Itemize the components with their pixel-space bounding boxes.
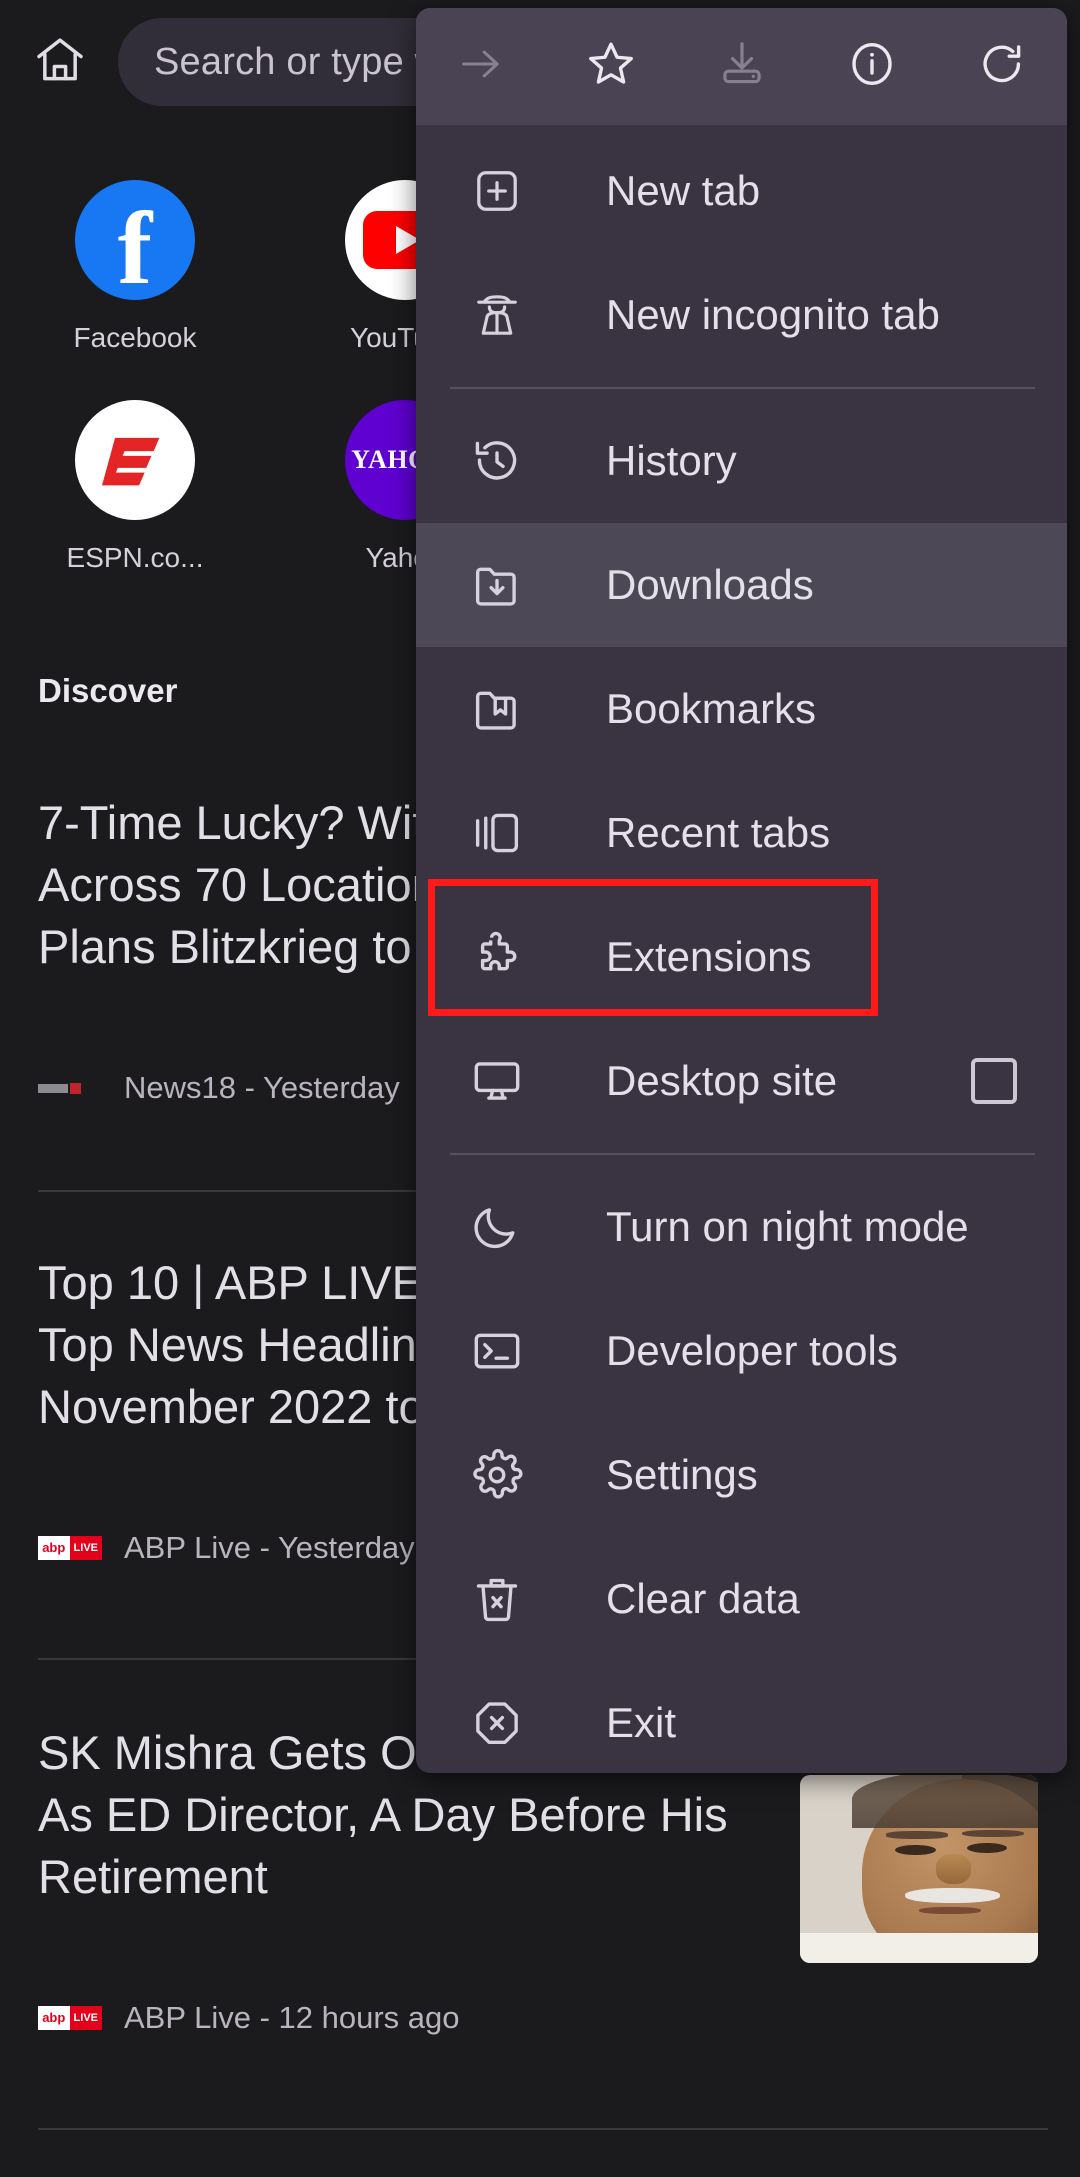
menu-item-extensions[interactable]: Extensions	[416, 895, 1067, 1019]
shortcut-tile-espn[interactable]: ESPN.co...	[0, 380, 270, 600]
article-source-text: News18 - Yesterday	[124, 1070, 400, 1106]
menu-item-new-tab[interactable]: New tab	[416, 129, 1067, 253]
menu-item-label: History	[606, 437, 737, 484]
menu-item-history[interactable]: History	[416, 399, 1067, 523]
menu-header-toolbar	[416, 8, 1067, 125]
menu-item-list: New tab New incognito tab History Downlo…	[416, 125, 1067, 1773]
facebook-icon: f	[75, 180, 195, 300]
menu-item-downloads[interactable]: Downloads	[416, 523, 1067, 647]
new-tab-icon	[468, 162, 526, 220]
menu-item-label: Turn on night mode	[606, 1203, 969, 1250]
abp-live-logo: abp LIVE	[38, 1536, 102, 1561]
history-icon	[468, 432, 526, 490]
article-source: abp LIVE ABP Live - 12 hours ago	[38, 2000, 1048, 2036]
desktop-site-icon	[468, 1052, 526, 1110]
menu-item-bookmarks[interactable]: Bookmarks	[416, 647, 1067, 771]
desktop-site-checkbox[interactable]	[971, 1058, 1017, 1104]
download-page-button[interactable]	[676, 8, 806, 125]
menu-item-developer-tools[interactable]: Developer tools	[416, 1289, 1067, 1413]
menu-item-label: Extensions	[606, 933, 812, 980]
shortcut-tile-facebook[interactable]: f Facebook	[0, 160, 270, 380]
menu-divider	[450, 1153, 1035, 1155]
bookmark-button[interactable]	[546, 8, 676, 125]
shortcut-label: ESPN.co...	[66, 542, 204, 573]
browser-main-menu: New tab New incognito tab History Downlo…	[416, 8, 1067, 1773]
menu-item-clear-data[interactable]: Clear data	[416, 1537, 1067, 1661]
menu-item-label: Desktop site	[606, 1057, 838, 1104]
home-icon	[32, 32, 88, 93]
reload-button[interactable]	[937, 8, 1067, 125]
page-info-icon	[845, 37, 899, 96]
menu-item-label: New incognito tab	[606, 291, 940, 338]
menu-item-label: Bookmarks	[606, 685, 817, 732]
bookmark-star-icon	[584, 37, 638, 96]
menu-item-recent-tabs[interactable]: Recent tabs	[416, 771, 1067, 895]
browser-screen: Search or type web address f Facebook Yo…	[0, 0, 1080, 2177]
developer-tools-icon	[468, 1322, 526, 1380]
feed-divider	[38, 2128, 1048, 2130]
bookmarks-icon	[468, 680, 526, 738]
news18-logo	[38, 1076, 102, 1100]
menu-item-new-incognito-tab[interactable]: New incognito tab	[416, 253, 1067, 377]
abp-live-logo: abp LIVE	[38, 2006, 102, 2031]
extensions-puzzle-icon	[468, 928, 526, 986]
discover-heading: Discover	[38, 672, 178, 709]
page-info-button[interactable]	[807, 8, 937, 125]
menu-divider	[450, 387, 1035, 389]
incognito-icon	[468, 286, 526, 344]
menu-item-label: Downloads	[606, 561, 814, 608]
moon-icon	[468, 1198, 526, 1256]
menu-item-desktop-site[interactable]: Desktop site	[416, 1019, 1067, 1143]
menu-item-label: New tab	[606, 167, 761, 214]
menu-item-settings[interactable]: Settings	[416, 1413, 1067, 1537]
forward-arrow-icon	[455, 38, 507, 95]
article-source-text: ABP Live - 12 hours ago	[124, 2000, 460, 2036]
menu-item-label: Developer tools	[606, 1327, 898, 1374]
menu-item-label: Clear data	[606, 1575, 800, 1622]
download-page-icon	[715, 37, 769, 96]
forward-button[interactable]	[416, 8, 546, 125]
menu-item-exit[interactable]: Exit	[416, 1661, 1067, 1773]
recent-tabs-icon	[468, 804, 526, 862]
settings-gear-icon	[468, 1446, 526, 1504]
reload-icon	[975, 37, 1029, 96]
menu-item-label: Settings	[606, 1451, 758, 1498]
menu-item-label: Exit	[606, 1699, 677, 1746]
article-thumbnail	[800, 1775, 1038, 1963]
menu-item-label: Recent tabs	[606, 809, 831, 856]
exit-icon	[468, 1694, 526, 1752]
espn-icon	[75, 400, 195, 520]
downloads-icon	[468, 556, 526, 614]
menu-item-night-mode[interactable]: Turn on night mode	[416, 1165, 1067, 1289]
article-source-text: ABP Live - Yesterday	[124, 1530, 415, 1566]
shortcut-label: Facebook	[73, 322, 197, 353]
clear-data-trash-icon	[468, 1570, 526, 1628]
home-button[interactable]	[20, 22, 100, 102]
